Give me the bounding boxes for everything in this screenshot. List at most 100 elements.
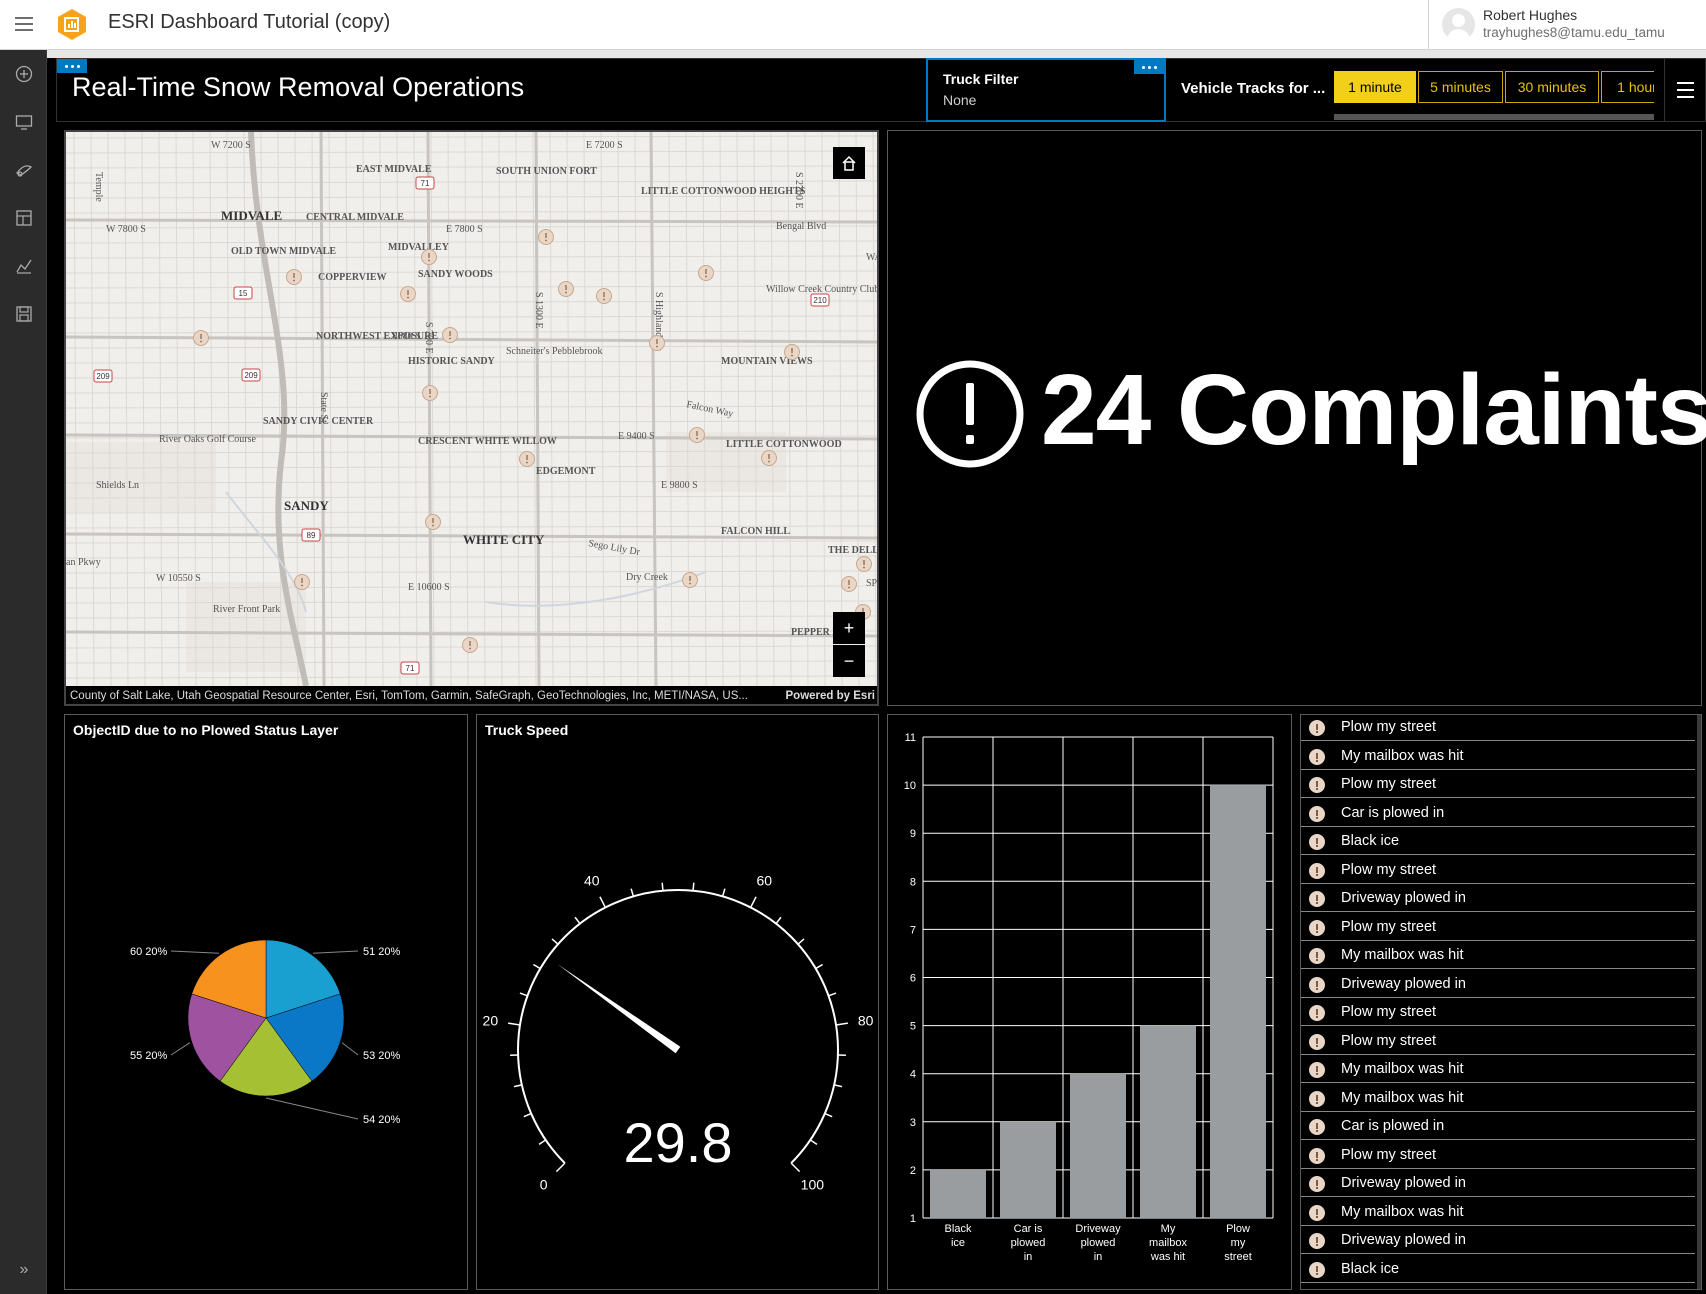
complaint-point-marker[interactable] [286, 269, 302, 285]
save-button[interactable] [10, 300, 38, 328]
complaint-point-marker[interactable] [558, 281, 574, 297]
time-button-1[interactable]: 5 minutes [1418, 71, 1503, 103]
list-item[interactable]: Driveway plowed in [1301, 972, 1695, 998]
time-button-2[interactable]: 30 minutes [1505, 71, 1599, 103]
complaint-point-marker[interactable] [689, 427, 705, 443]
time-button-3[interactable]: 1 hour [1601, 71, 1654, 103]
map-label: WAS [866, 252, 879, 263]
zoom-out-button[interactable]: − [833, 645, 865, 677]
list-item[interactable]: Plow my street [1301, 772, 1695, 798]
complaint-point-marker[interactable] [462, 637, 478, 653]
complaint-point-marker[interactable] [784, 344, 800, 360]
map-label: River Oaks Golf Course [159, 434, 256, 445]
user-menu[interactable]: Robert Hughes trayhughes8@tamu.edu_tamu [1428, 0, 1706, 50]
complaint-point-marker[interactable] [425, 514, 441, 530]
list-item[interactable]: Driveway plowed in [1301, 1228, 1695, 1254]
time-buttons-scrollbar[interactable] [1334, 114, 1654, 120]
complaint-point-marker[interactable] [682, 572, 698, 588]
list-item[interactable]: Plow my street [1301, 1143, 1695, 1169]
list-item[interactable]: Plow my street [1301, 915, 1695, 941]
chart-button[interactable] [10, 252, 38, 280]
zoom-in-button[interactable]: + [833, 612, 865, 644]
bar-x-tick-label: Plow my street [1224, 1223, 1252, 1263]
gauge-tick [828, 992, 837, 997]
bar-my-mailbox-was-hit[interactable] [1140, 1025, 1196, 1218]
time-button-0[interactable]: 1 minute [1334, 71, 1416, 103]
map-label: Willow Creek Country Club [766, 284, 879, 295]
theme-button[interactable] [10, 156, 38, 184]
complaint-point-marker[interactable] [698, 265, 714, 281]
map-label: LITTLE COTTONWOOD HEIGHTS [641, 186, 806, 197]
list-item[interactable]: Car is plowed in [1301, 1114, 1695, 1140]
complaint-point-marker[interactable] [294, 574, 310, 590]
filter-options-button[interactable] [1134, 60, 1164, 74]
main-menu-button[interactable] [14, 14, 34, 34]
map-label: E 9800 S [661, 480, 698, 491]
list-item[interactable]: Black ice [1301, 1257, 1695, 1283]
map-canvas[interactable]: W 7200 S E 7200 S EAST MIDVALE SOUTH UNION … [66, 132, 879, 686]
list-item[interactable]: My mailbox was hit [1301, 1200, 1695, 1226]
complaint-point-marker[interactable] [649, 335, 665, 351]
list-scrollbar[interactable] [1697, 715, 1701, 1289]
svg-text:209: 209 [96, 372, 110, 381]
list-item-label: Driveway plowed in [1341, 1175, 1466, 1191]
complaint-point-marker[interactable] [519, 451, 535, 467]
list-item[interactable]: Plow my street [1301, 858, 1695, 884]
complaint-point-marker[interactable] [761, 450, 777, 466]
pie-leader-line [312, 950, 359, 954]
list-item[interactable]: Car is plowed in [1301, 801, 1695, 827]
list-item[interactable]: My mailbox was hit [1301, 1086, 1695, 1112]
map-label: SOUTH UNION FORT [496, 166, 597, 177]
expand-rail-button[interactable]: » [10, 1256, 38, 1284]
pie-leader-line [170, 1042, 191, 1056]
truck-filter-selector[interactable]: Truck Filter None [926, 58, 1166, 122]
pie-chart[interactable]: 51 20% 53 20% 54 20% 55 20% 60 20% [65, 715, 467, 1289]
list-item[interactable]: Plow my street [1301, 1000, 1695, 1026]
powered-by-esri-link[interactable]: Powered by Esri [786, 686, 875, 704]
map-label: S 2700 E [793, 172, 804, 209]
layout-button[interactable] [10, 204, 38, 232]
dashboard-menu-button[interactable] [1664, 58, 1706, 122]
complaint-point-marker[interactable] [193, 330, 209, 346]
list-item[interactable]: Driveway plowed in [1301, 1171, 1695, 1197]
bar-car-is-plowed-in[interactable] [1000, 1121, 1056, 1218]
exclamation-circle-icon [916, 360, 1024, 468]
complaint-point-marker[interactable] [442, 327, 458, 343]
map-label: CENTRAL MIDVALE [306, 212, 404, 223]
complaint-point-marker[interactable] [596, 288, 612, 304]
complaint-point-marker[interactable] [422, 385, 438, 401]
home-button[interactable] [833, 147, 865, 179]
map-panel[interactable]: W 7200 S E 7200 S EAST MIDVALE SOUTH UNION … [64, 130, 879, 706]
complaint-point-marker[interactable] [421, 249, 437, 265]
list-item-label: My mailbox was hit [1341, 947, 1464, 963]
list-item-label: Plow my street [1341, 719, 1437, 735]
display-settings-button[interactable] [10, 108, 38, 136]
complaint-icon [1309, 1005, 1325, 1021]
complaint-point-marker[interactable] [856, 556, 872, 572]
bar-y-tick-label: 11 [905, 732, 916, 744]
list-item[interactable]: Driveway plowed in [1301, 886, 1695, 912]
bar-chart[interactable]: 1 2 3 4 5 6 7 8 9 10 11 Black ice Car is plowed in Drive… [888, 715, 1291, 1289]
bar-black-ice[interactable] [930, 1169, 986, 1218]
complaint-point-marker[interactable] [841, 576, 857, 592]
list-item[interactable]: Black ice [1301, 829, 1695, 855]
complaint-point-marker[interactable] [400, 286, 416, 302]
map-label: SP [866, 578, 878, 589]
speed-gauge: 0 20 40 60 80 100 29.8 [483, 873, 874, 1193]
bar-driveway-plowed-in[interactable] [1070, 1073, 1126, 1218]
add-element-button[interactable] [10, 60, 38, 88]
list-item[interactable]: My mailbox was hit [1301, 1057, 1695, 1083]
list-item[interactable]: My mailbox was hit [1301, 744, 1695, 770]
bar-x-tick-label: My mailbox was hit [1149, 1223, 1187, 1263]
list-item[interactable]: Plow my street [1301, 715, 1695, 741]
vehicle-tracks-label: Vehicle Tracks for ... [1181, 80, 1326, 97]
bar-x-tick-label: Black ice [945, 1223, 972, 1249]
map-label: Schneiter's Pebblebrook [506, 346, 603, 357]
header-options-button[interactable] [57, 59, 87, 73]
list-item[interactable]: Plow my street [1301, 1029, 1695, 1055]
complaint-point-marker[interactable] [538, 229, 554, 245]
bar-plow-my-street[interactable] [1210, 785, 1266, 1218]
gauge-tick-label: 80 [858, 1012, 874, 1028]
header-divider [47, 50, 1706, 58]
list-item[interactable]: My mailbox was hit [1301, 943, 1695, 969]
